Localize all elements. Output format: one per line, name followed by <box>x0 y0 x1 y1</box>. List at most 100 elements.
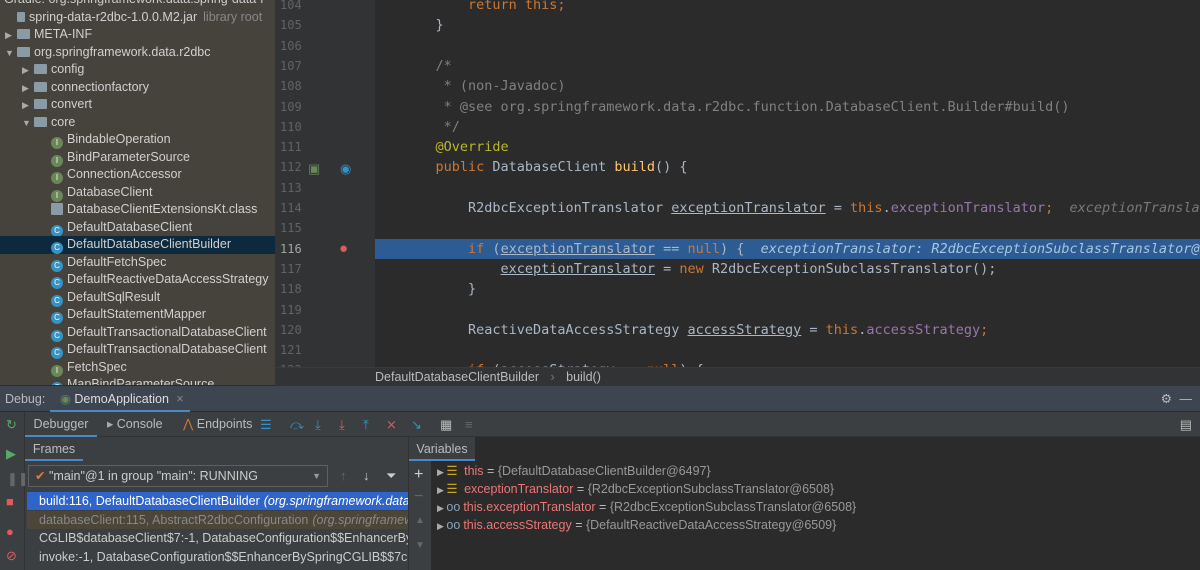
stack-frame[interactable]: CGLIB$databaseClient$7:-1, DatabaseConfi… <box>27 529 408 547</box>
expand-arrow-down-icon[interactable]: ▼ <box>22 115 34 133</box>
tree-item[interactable]: spring-data-r2dbc-1.0.0.M2.jar library ro… <box>0 9 275 27</box>
variable-row[interactable]: ▶ oo this.exceptionTranslator = {R2dbcExc… <box>437 498 856 516</box>
code-line[interactable]: @Override <box>375 137 1200 157</box>
resume-icon[interactable]: ▶ <box>6 447 16 460</box>
code-line[interactable] <box>375 36 1200 56</box>
tree-item[interactable]: ▶ convert <box>0 96 275 114</box>
expand-arrow-right-icon[interactable]: ▶ <box>437 521 446 531</box>
tree-item[interactable]: C DefaultStatementMapper <box>0 306 275 324</box>
breadcrumb-class[interactable]: DefaultDatabaseClientBuilder <box>375 370 539 384</box>
variable-row[interactable]: ▶ oo this.accessStrategy = {DefaultReacti… <box>437 516 836 534</box>
close-icon[interactable]: × <box>176 392 183 406</box>
code-line[interactable]: exceptionTranslator = new R2dbcException… <box>375 259 1200 279</box>
filter-icon[interactable]: ⏷ <box>386 469 396 482</box>
expand-arrow-right-icon[interactable]: ▶ <box>22 62 34 80</box>
code-line[interactable] <box>375 218 1200 238</box>
add-watch-icon[interactable]: + <box>414 467 423 483</box>
thread-selector[interactable]: ✔ "main"@1 in group "main": RUNNING ▼ <box>28 465 328 487</box>
stack-frame[interactable]: invoke:-1, DatabaseConfiguration$$Enhanc… <box>27 548 408 566</box>
tree-item[interactable]: C DefaultTransactionalDatabaseClient <box>0 341 275 359</box>
variable-value: {DefaultDatabaseClientBuilder@6497} <box>497 464 711 478</box>
breadcrumb-method[interactable]: build() <box>566 370 601 384</box>
code-line[interactable]: * (non-Javadoc) <box>375 76 1200 96</box>
force-step-into-icon[interactable]: ⤓ <box>339 418 345 431</box>
gear-icon[interactable]: ⚙ <box>1161 386 1172 412</box>
step-out-icon[interactable]: ⤒ <box>363 418 369 431</box>
code-line[interactable] <box>375 178 1200 198</box>
tree-item[interactable]: I FetchSpec <box>0 359 275 377</box>
code-editor[interactable]: return this; } /* * (non-Javadoc) * @see… <box>375 0 1200 367</box>
tree-item[interactable]: I BindParameterSource <box>0 149 275 167</box>
interface-icon: I <box>51 189 63 202</box>
tree-item[interactable]: ▶ config <box>0 61 275 79</box>
code-line[interactable]: return this; <box>375 0 1200 15</box>
variable-row[interactable]: ▶ ☰ this = {DefaultDatabaseClientBuilder… <box>437 462 711 480</box>
expand-arrow-right-icon[interactable]: ▶ <box>437 485 446 495</box>
mute-breakpoints-icon[interactable]: ⊘ <box>6 549 17 562</box>
tree-item[interactable]: I ConnectionAccessor <box>0 166 275 184</box>
layout-settings-icon[interactable]: ▤ <box>1180 418 1192 431</box>
code-line[interactable]: if (exceptionTranslator == null) { excep… <box>375 238 1200 259</box>
threads-menu-icon[interactable]: ☰ <box>260 418 272 431</box>
code-line[interactable] <box>375 340 1200 360</box>
move-up-icon[interactable]: ▲ <box>415 516 425 526</box>
remove-watch-icon[interactable]: − <box>414 489 423 505</box>
code-line[interactable]: public DatabaseClient build() { <box>375 157 1200 177</box>
minimize-icon[interactable]: — <box>1180 386 1193 412</box>
step-over-icon[interactable]: ⤼ <box>290 418 304 431</box>
tab-console[interactable]: ▸ Console <box>107 412 163 437</box>
previous-frame-icon[interactable]: ↑ <box>340 469 347 482</box>
expand-arrow-down-icon[interactable]: ▼ <box>5 45 17 63</box>
step-into-icon[interactable]: ⤓ <box>315 418 321 431</box>
tree-item[interactable]: ▼ org.springframework.data.r2dbc <box>0 44 275 62</box>
tree-item[interactable]: C DefaultFetchSpec <box>0 254 275 272</box>
tree-item[interactable]: C DefaultTransactionalDatabaseClient <box>0 324 275 342</box>
rerun-icon[interactable]: ↻ <box>6 418 17 431</box>
tree-item[interactable]: DatabaseClientExtensionsKt.class <box>0 201 275 219</box>
package-icon <box>34 81 47 92</box>
code-line[interactable]: if (accessStrategy == null) { <box>375 360 1200 367</box>
variable-row[interactable]: ▶ ☰ exceptionTranslator = {R2dbcExceptio… <box>437 480 834 498</box>
run-to-cursor-icon[interactable]: ↘ <box>411 418 422 431</box>
expand-arrow-right-icon[interactable]: ▶ <box>437 467 446 477</box>
code-line[interactable]: */ <box>375 117 1200 137</box>
expand-arrow-right-icon[interactable]: ▶ <box>5 27 17 45</box>
tree-item[interactable]: C DefaultDatabaseClient <box>0 219 275 237</box>
expand-arrow-right-icon[interactable]: ▶ <box>22 97 34 115</box>
tree-item[interactable]: C DefaultReactiveDataAccessStrategy <box>0 271 275 289</box>
console-icon: ▸ <box>107 417 114 431</box>
drop-frame-icon[interactable]: ⨯ <box>386 418 397 431</box>
tree-item[interactable]: I DatabaseClient <box>0 184 275 202</box>
tree-item[interactable]: C MapBindParameterSource <box>0 376 275 385</box>
breakpoint-icon[interactable]: ● <box>339 241 348 256</box>
stack-frame[interactable]: databaseClient:115, AbstractR2dbcConfigu… <box>27 510 408 529</box>
tree-item[interactable]: ▶ connectionfactory <box>0 79 275 97</box>
tree-item[interactable]: C DefaultSqlResult <box>0 289 275 307</box>
tree-item[interactable]: C DefaultDatabaseClientBuilder <box>0 236 275 254</box>
next-frame-icon[interactable]: ↓ <box>363 469 370 482</box>
view-breakpoints-icon[interactable]: ● <box>6 525 14 538</box>
code-line[interactable]: } <box>375 15 1200 35</box>
code-line[interactable]: /* <box>375 56 1200 76</box>
tab-endpoints[interactable]: ⋀ Endpoints <box>183 412 252 437</box>
code-line[interactable] <box>375 300 1200 320</box>
tab-demo-application[interactable]: ◉ DemoApplication × <box>50 386 190 412</box>
tree-item[interactable]: I BindableOperation <box>0 131 275 149</box>
code-line[interactable]: * @see org.springframework.data.r2dbc.fu… <box>375 97 1200 117</box>
code-line[interactable]: ReactiveDataAccessStrategy accessStrateg… <box>375 320 1200 340</box>
tree-item[interactable]: ▼ core <box>0 114 275 132</box>
stop-icon[interactable]: ■ <box>6 495 14 508</box>
trace-stream-icon[interactable]: ≡ <box>465 418 473 431</box>
frames-tab[interactable]: Frames <box>25 437 83 461</box>
code-line[interactable]: } <box>375 279 1200 299</box>
tab-debugger[interactable]: Debugger <box>25 412 97 437</box>
overridden-method-icon[interactable]: ◉ <box>340 162 351 175</box>
expand-arrow-right-icon[interactable]: ▶ <box>22 80 34 98</box>
variables-tab[interactable]: Variables <box>409 437 475 461</box>
tree-item[interactable]: ▶ META-INF <box>0 26 275 44</box>
code-line[interactable]: R2dbcExceptionTranslator exceptionTransl… <box>375 198 1200 218</box>
move-down-icon[interactable]: ▼ <box>415 541 425 551</box>
evaluate-expression-icon[interactable]: ▦ <box>440 418 452 431</box>
expand-arrow-right-icon[interactable]: ▶ <box>437 503 446 513</box>
stack-frame[interactable]: build:116, DefaultDatabaseClientBuilder(… <box>27 492 408 510</box>
